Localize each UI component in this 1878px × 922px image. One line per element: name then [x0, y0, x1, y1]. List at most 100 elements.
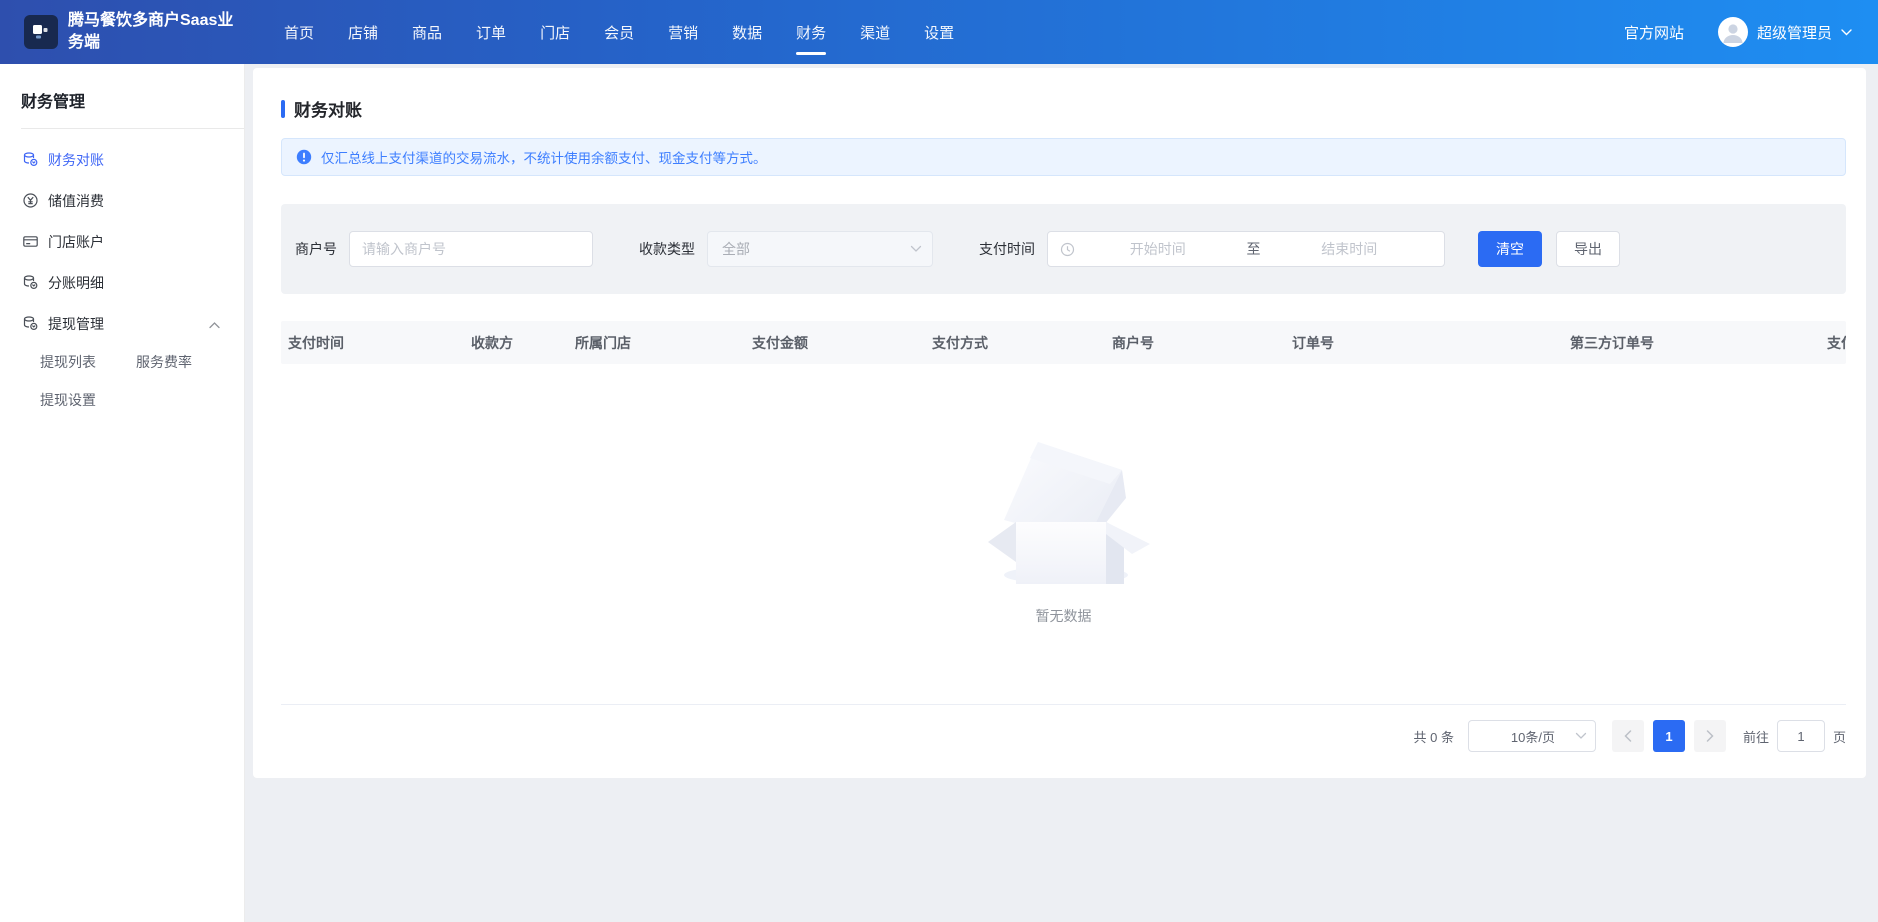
- column-header-merchant-no: 商户号: [1112, 321, 1154, 364]
- divider: [21, 128, 244, 129]
- pagination: 共 0 条 10条/页 1 前往 页: [281, 720, 1846, 752]
- nav-label: 订单: [476, 22, 506, 43]
- column-header-order-no: 订单号: [1292, 321, 1334, 364]
- submenu-item-withdrawal-list[interactable]: 提现列表: [40, 344, 136, 380]
- brand-logo-icon: [24, 15, 58, 49]
- column-header-payee: 收款方: [471, 321, 513, 364]
- payment-type-select[interactable]: 全部: [707, 231, 933, 267]
- sidebar-item-label: 储值消费: [48, 191, 104, 211]
- submenu-item-service-rate[interactable]: 服务费率: [136, 344, 244, 380]
- column-header-pay-truncated: 支付: [1827, 321, 1846, 364]
- start-time-placeholder[interactable]: 开始时间: [1075, 239, 1241, 259]
- yen-circle-icon: [22, 192, 39, 209]
- nav-item-stores[interactable]: 门店: [540, 0, 570, 64]
- total-count: 共 0 条: [1414, 727, 1454, 746]
- merchant-input[interactable]: [349, 231, 593, 267]
- payment-time-label: 支付时间: [979, 239, 1035, 259]
- main-content: 财务对账 仅汇总线上支付渠道的交易流水，不统计使用余额支付、现金支付等方式。 商…: [245, 64, 1878, 922]
- content-card: 财务对账 仅汇总线上支付渠道的交易流水，不统计使用余额支付、现金支付等方式。 商…: [253, 68, 1866, 778]
- chevron-down-icon: [1575, 727, 1587, 745]
- sidebar-item-label: 提现管理: [48, 314, 104, 334]
- nav-label: 门店: [540, 22, 570, 43]
- sidebar-item-label: 门店账户: [48, 232, 104, 252]
- nav-label: 营销: [668, 22, 698, 43]
- page-number-current[interactable]: 1: [1653, 720, 1685, 752]
- user-menu[interactable]: 超级管理员: [1718, 17, 1852, 47]
- nav-label: 渠道: [860, 22, 890, 43]
- nav-label: 财务: [796, 22, 826, 43]
- nav-item-orders[interactable]: 订单: [476, 0, 506, 64]
- sidebar-item-stored-value[interactable]: 储值消费: [0, 180, 244, 221]
- nav-item-shop[interactable]: 店铺: [348, 0, 378, 64]
- brand: 腾马餐饮多商户Saas业务端: [0, 10, 262, 53]
- submenu-label: 提现设置: [40, 390, 96, 410]
- chevron-down-icon: [1841, 29, 1852, 36]
- sidebar-item-label: 分账明细: [48, 273, 104, 293]
- title-accent-bar: [281, 100, 285, 118]
- top-nav: 首页 店铺 商品 订单 门店 会员 营销 数据 财务 渠道 设置: [284, 0, 954, 64]
- clock-icon: [1060, 242, 1075, 257]
- brand-title: 腾马餐饮多商户Saas业务端: [68, 10, 244, 53]
- sidebar-title: 财务管理: [0, 64, 244, 128]
- ledger-coins-icon: [22, 315, 39, 332]
- page-unit-label: 页: [1833, 727, 1846, 746]
- withdrawal-submenu: 提现列表 服务费率 提现设置: [0, 344, 244, 418]
- column-header-amount: 支付金额: [752, 321, 808, 364]
- clear-button[interactable]: 清空: [1478, 231, 1542, 267]
- next-page-button[interactable]: [1694, 720, 1726, 752]
- nav-item-goods[interactable]: 商品: [412, 0, 442, 64]
- empty-text: 暂无数据: [1036, 606, 1092, 626]
- sidebar-item-label: 财务对账: [48, 150, 104, 170]
- submenu-item-withdrawal-settings[interactable]: 提现设置: [40, 382, 136, 418]
- notice-text: 仅汇总线上支付渠道的交易流水，不统计使用余额支付、现金支付等方式。: [321, 147, 767, 167]
- empty-box-illustration: [974, 422, 1154, 592]
- nav-item-settings[interactable]: 设置: [924, 0, 954, 64]
- top-header: 腾马餐饮多商户Saas业务端 首页 店铺 商品 订单 门店 会员 营销 数据 财…: [0, 0, 1878, 64]
- column-header-pay-method: 支付方式: [932, 321, 988, 364]
- column-header-pay-time: 支付时间: [288, 321, 344, 364]
- nav-item-data[interactable]: 数据: [732, 0, 762, 64]
- ledger-coins-icon: [22, 151, 39, 168]
- nav-label: 数据: [732, 22, 762, 43]
- page-title-row: 财务对账: [281, 96, 1846, 121]
- nav-item-finance[interactable]: 财务: [796, 0, 826, 64]
- active-underline: [796, 52, 826, 55]
- ledger-coins-icon: [22, 274, 39, 291]
- official-site-link[interactable]: 官方网站: [1624, 22, 1684, 43]
- info-icon: [296, 149, 312, 165]
- nav-item-home[interactable]: 首页: [284, 0, 314, 64]
- sidebar-item-split-details[interactable]: 分账明细: [0, 262, 244, 303]
- nav-label: 商品: [412, 22, 442, 43]
- page-title: 财务对账: [294, 96, 362, 121]
- nav-label: 会员: [604, 22, 634, 43]
- sidebar-item-withdrawal-management[interactable]: 提现管理: [0, 303, 244, 344]
- export-button[interactable]: 导出: [1556, 231, 1620, 267]
- goto-page-input[interactable]: [1777, 720, 1825, 752]
- notice-banner: 仅汇总线上支付渠道的交易流水，不统计使用余额支付、现金支付等方式。: [281, 138, 1846, 176]
- nav-item-members[interactable]: 会员: [604, 0, 634, 64]
- chevron-down-icon: [910, 240, 922, 258]
- sidebar: 财务管理 财务对账 储值消费 门店账户: [0, 64, 245, 922]
- payment-type-label: 收款类型: [639, 239, 695, 259]
- column-header-store: 所属门店: [575, 321, 631, 364]
- goto-label: 前往: [1743, 727, 1769, 746]
- payment-type-value: 全部: [722, 239, 910, 259]
- user-name: 超级管理员: [1757, 22, 1832, 43]
- page-size-select[interactable]: 10条/页: [1468, 720, 1596, 752]
- header-right: 官方网站 超级管理员: [1624, 17, 1878, 47]
- nav-label: 首页: [284, 22, 314, 43]
- end-time-placeholder[interactable]: 结束时间: [1267, 239, 1433, 259]
- submenu-label: 服务费率: [136, 352, 192, 372]
- bank-card-icon: [22, 233, 39, 250]
- prev-page-button[interactable]: [1612, 720, 1644, 752]
- sidebar-item-finance-reconciliation[interactable]: 财务对账: [0, 139, 244, 180]
- sidebar-item-store-accounts[interactable]: 门店账户: [0, 221, 244, 262]
- column-header-third-party-no: 第三方订单号: [1570, 321, 1654, 364]
- nav-item-channels[interactable]: 渠道: [860, 0, 890, 64]
- submenu-label: 提现列表: [40, 352, 96, 372]
- nav-item-marketing[interactable]: 营销: [668, 0, 698, 64]
- chevron-up-icon: [209, 316, 220, 332]
- date-range-picker[interactable]: 开始时间 至 结束时间: [1047, 231, 1445, 267]
- nav-label: 设置: [924, 22, 954, 43]
- user-avatar-icon: [1718, 17, 1748, 47]
